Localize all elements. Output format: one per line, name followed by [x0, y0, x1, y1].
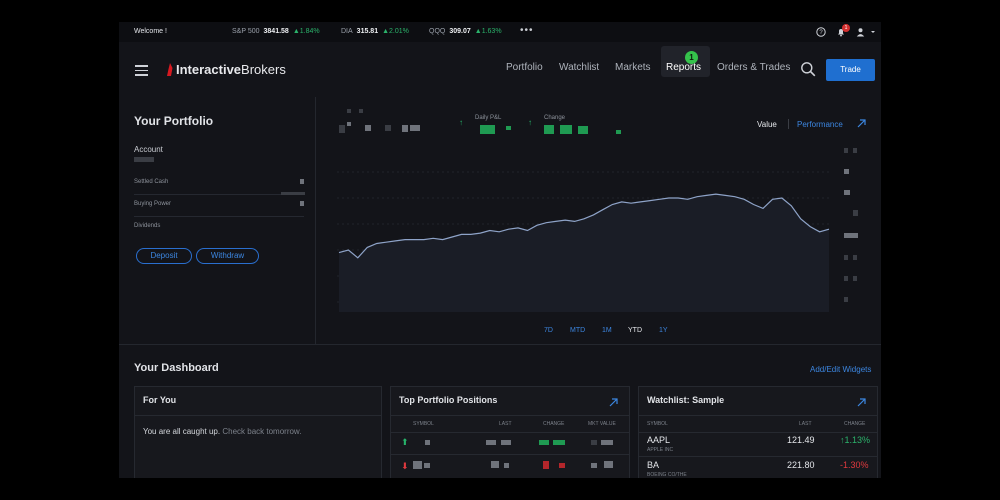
for-you-title: For You — [143, 395, 177, 405]
search-icon[interactable] — [800, 61, 816, 77]
portfolio-title: Your Portfolio — [134, 114, 214, 128]
daily-pnl-label: Daily P&L — [475, 115, 502, 121]
wl-change: -1.30% — [840, 460, 869, 470]
change-label: Change — [544, 115, 566, 121]
change-up-icon: ↑ — [528, 118, 532, 127]
range-7d[interactable]: 7D — [544, 327, 553, 334]
portfolio-divider — [315, 97, 316, 345]
wl-last: 221.80 — [787, 460, 815, 470]
wl-change: ↑1.13% — [840, 435, 871, 445]
positions-expand-icon[interactable] — [609, 398, 618, 407]
add-edit-widgets-link[interactable]: Add/Edit Widgets — [810, 365, 871, 374]
ticker-bar: Welcome ! S&P 500 3841.58 ▲1.84% DIA 315.81… — [119, 22, 881, 42]
main-nav: InteractiveBrokers Portfolio Watchlist M… — [119, 42, 881, 94]
ticker-item-dia[interactable]: DIA 315.81 ▲2.01% — [341, 28, 409, 35]
wl-col-symbol: SYMBOL — [647, 421, 668, 427]
watchlist-expand-icon[interactable] — [857, 398, 866, 407]
ticker-item-sp500[interactable]: S&P 500 3841.58 ▲1.84% — [232, 28, 320, 35]
welcome-text: Welcome ! — [134, 28, 167, 35]
wl-last: 121.49 — [787, 435, 815, 445]
daily-pnl-up-icon: ↑ — [459, 118, 463, 127]
dashboard-title: Your Dashboard — [134, 362, 219, 374]
trade-button[interactable]: Trade — [826, 59, 875, 81]
app-window: Welcome ! S&P 500 3841.58 ▲1.84% DIA 315.81… — [119, 22, 881, 478]
wl-company: APPLE INC — [647, 447, 674, 453]
top-positions-title: Top Portfolio Positions — [399, 395, 498, 405]
range-1y[interactable]: 1Y — [659, 327, 668, 334]
wl-col-last: LAST — [799, 421, 812, 427]
col-change: CHANGE — [543, 421, 565, 427]
section-divider — [119, 344, 881, 345]
top-positions-card: Top Portfolio Positions SYMBOL LAST CHAN… — [390, 386, 630, 478]
wl-symbol: BA — [647, 460, 660, 470]
position-up-icon: ⬆ — [401, 437, 409, 447]
for-you-card: For You You are all caught up. Check bac… — [134, 386, 382, 478]
user-icon[interactable] — [856, 27, 866, 37]
expand-arrow-icon[interactable] — [857, 119, 866, 128]
buying-power-row: Buying Power — [134, 194, 304, 217]
range-1m[interactable]: 1M — [602, 327, 612, 334]
nav-reports[interactable]: Reports — [666, 62, 701, 73]
reports-step-badge: 1 — [685, 51, 698, 64]
withdraw-button[interactable]: Withdraw — [196, 248, 259, 264]
range-mtd[interactable]: MTD — [570, 327, 585, 334]
brand-flame-icon — [167, 63, 173, 76]
col-last: LAST — [499, 421, 512, 427]
nav-orders-trades[interactable]: Orders & Trades — [717, 62, 790, 73]
brand-logo[interactable]: InteractiveBrokers — [166, 62, 286, 77]
wl-symbol: AAPL — [647, 435, 671, 445]
deposit-button[interactable]: Deposit — [136, 248, 192, 264]
watchlist-card: Watchlist: Sample SYMBOL LAST CHANGE AAP… — [638, 386, 878, 478]
help-icon[interactable]: ? — [816, 27, 826, 37]
col-mkt-value: MKT VALUE — [588, 421, 616, 427]
range-ytd[interactable]: YTD — [628, 327, 642, 334]
performance-chart — [337, 171, 831, 312]
account-label[interactable]: Account — [134, 145, 163, 154]
nav-markets[interactable]: Markets — [615, 62, 651, 73]
dividends-row: Dividends — [134, 223, 161, 229]
wl-col-change: CHANGE — [844, 421, 866, 427]
notification-badge: 1 — [842, 24, 850, 32]
col-symbol: SYMBOL — [413, 421, 434, 427]
chart-area — [339, 194, 829, 312]
for-you-message: You are all caught up. Check back tomorr… — [143, 427, 302, 436]
account-id-redacted — [134, 157, 154, 162]
user-menu-chevron-icon[interactable] — [871, 31, 875, 33]
wl-company: BOEING CO/THE — [647, 472, 687, 478]
nav-watchlist[interactable]: Watchlist — [559, 62, 599, 73]
position-down-icon: ⬇ — [401, 461, 409, 471]
toggle-performance[interactable]: Performance — [797, 120, 843, 129]
watchlist-title: Watchlist: Sample — [647, 395, 725, 405]
settled-cash-row: Settled Cash — [134, 172, 304, 195]
toggle-value[interactable]: Value — [757, 120, 777, 129]
ticker-item-qqq[interactable]: QQQ 309.07 ▲1.63% — [429, 28, 502, 35]
nav-portfolio[interactable]: Portfolio — [506, 62, 543, 73]
toggle-divider — [788, 119, 789, 129]
more-icon[interactable]: ••• — [520, 25, 534, 36]
menu-icon[interactable] — [135, 65, 148, 76]
